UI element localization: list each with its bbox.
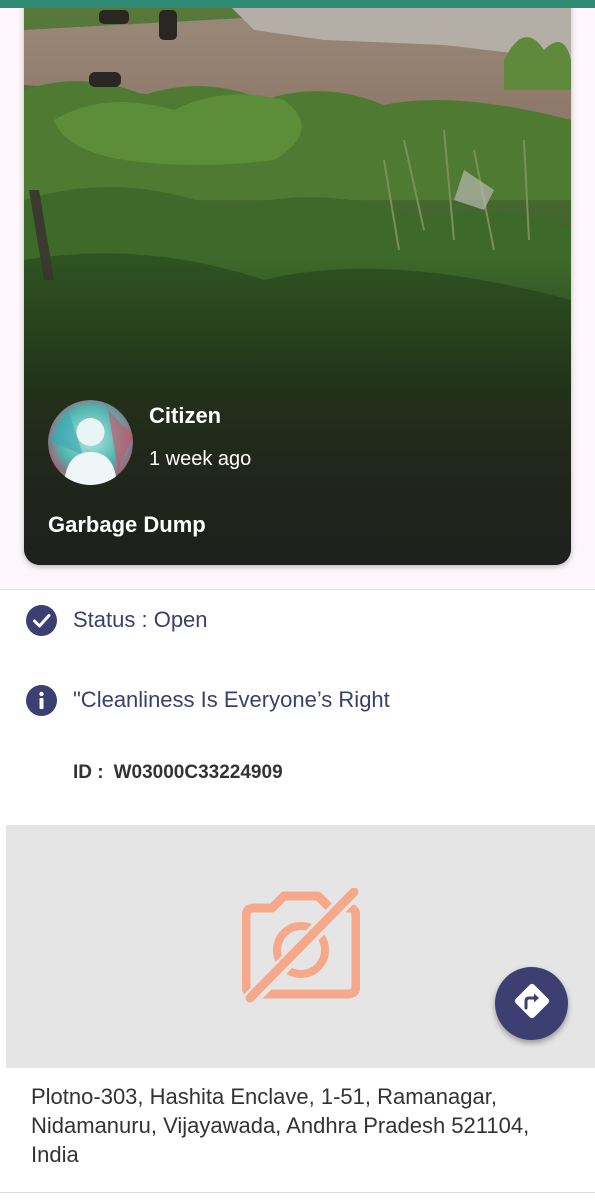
directions-button[interactable] [495,967,568,1040]
bottom-divider [0,1192,595,1193]
report-id: ID : W03000C33224909 [73,762,283,784]
info-icon [26,684,57,716]
no-camera-icon [241,884,362,1009]
description-text: "Cleanliness Is Everyone’s Right [73,687,390,712]
report-photo-card[interactable]: Citizen 1 week ago Garbage Dump [24,0,571,565]
issue-title: Garbage Dump [48,512,206,537]
directions-icon [511,980,553,1027]
status-text: Status : Open [73,607,208,632]
check-circle-icon [26,604,57,636]
status-row: Status : Open [26,603,208,637]
user-avatar[interactable] [48,400,133,485]
poster-name: Citizen [149,403,222,428]
description-row: "Cleanliness Is Everyone’s Right [26,683,390,717]
status-bar [0,0,595,8]
address-text: Plotno-303, Hashita Enclave, 1-51, Raman… [31,1084,530,1167]
report-id-label: ID : [73,762,104,783]
report-id-value: W03000C33224909 [113,762,283,783]
location-image-placeholder [6,825,595,1068]
section-divider [0,589,595,590]
posted-time: 1 week ago [149,448,252,470]
